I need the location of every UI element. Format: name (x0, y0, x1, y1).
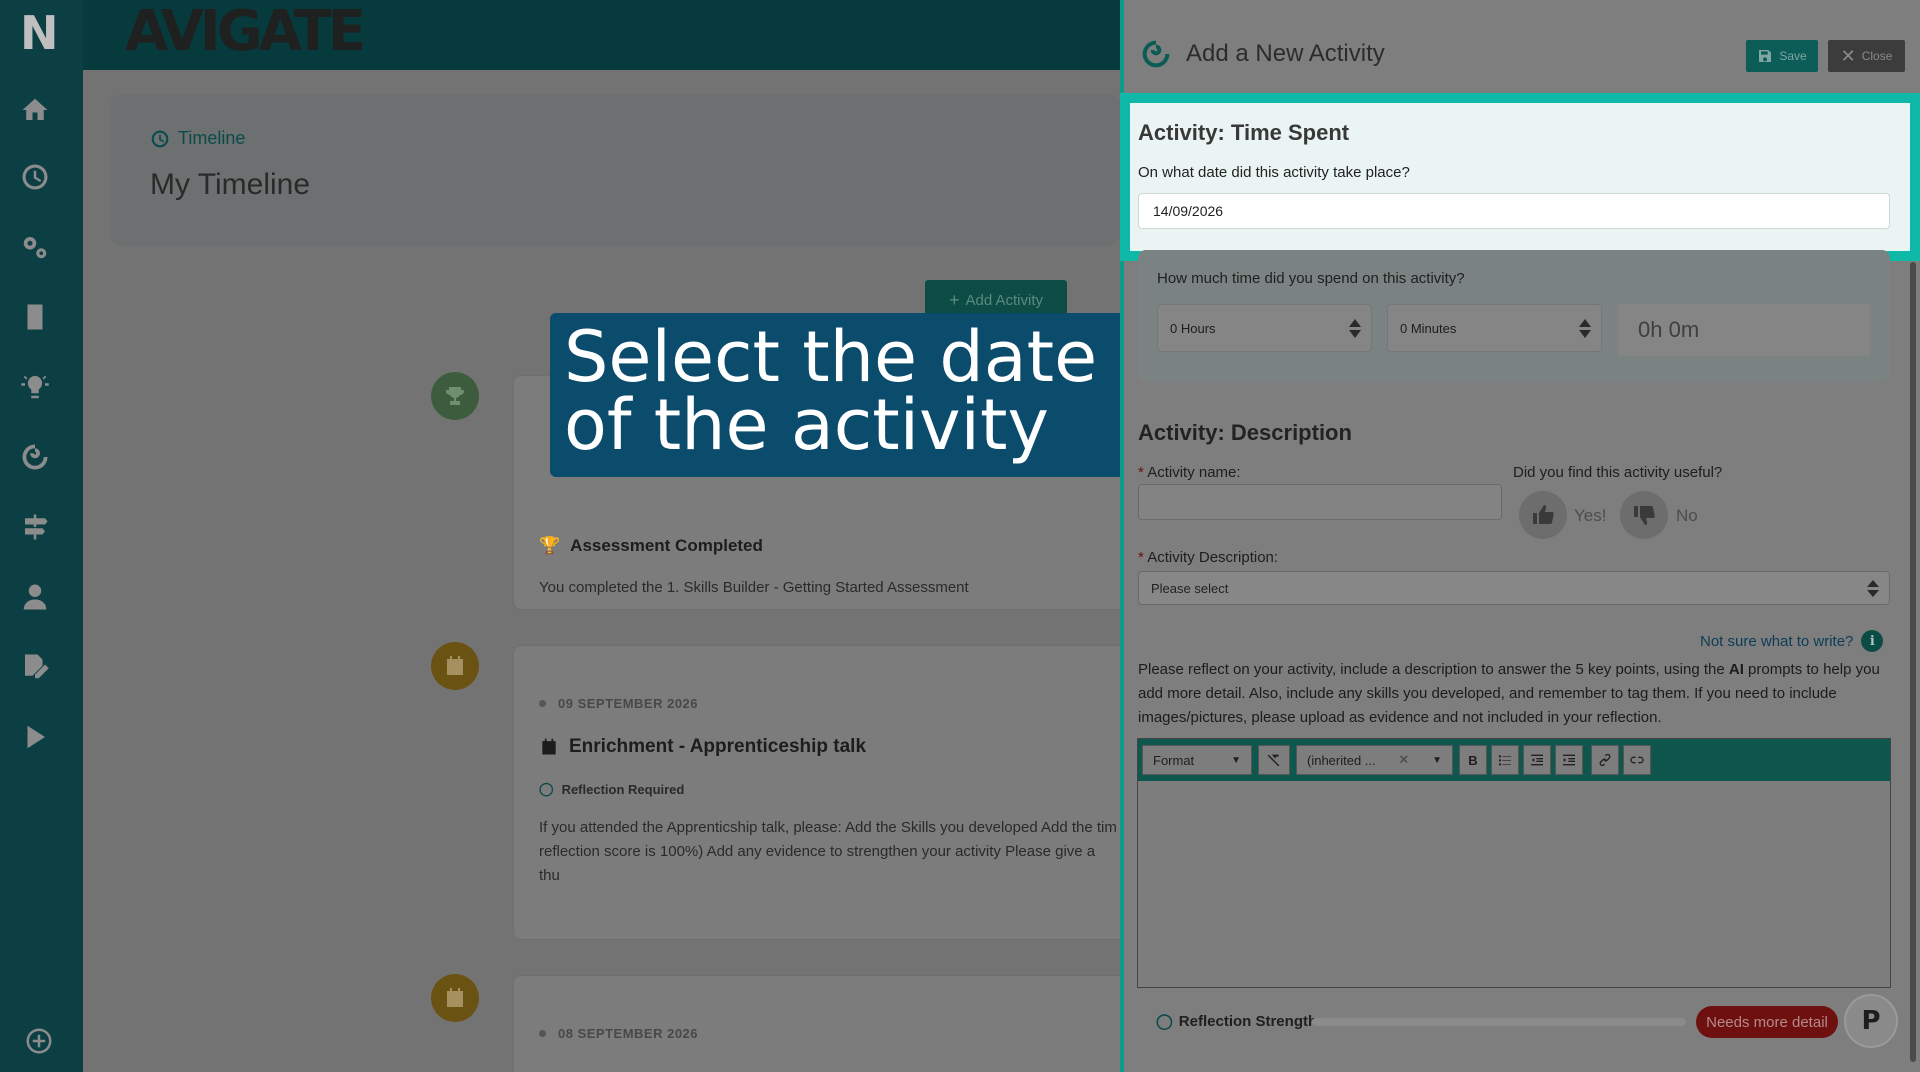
info-icon: i (1861, 630, 1884, 652)
signpost-icon[interactable] (18, 510, 52, 544)
updown-icon (1349, 319, 1361, 339)
no-label: No (1676, 506, 1698, 525)
caret-down-icon: ▼ (1432, 754, 1442, 766)
caret-down-icon: ▼ (1231, 754, 1241, 766)
brand-wordmark: AVIGATE (125, 0, 366, 64)
edit-icon[interactable] (18, 650, 52, 684)
thumbs-up-icon[interactable] (1519, 491, 1567, 539)
page-title: My Timeline (150, 168, 311, 201)
activity-name-input[interactable] (1138, 484, 1502, 520)
assistant-avatar[interactable]: P (1844, 994, 1898, 1048)
hours-select[interactable]: 0 Hours (1157, 304, 1372, 352)
spiral-icon (1142, 40, 1170, 68)
clear-icon: ✕ (1398, 752, 1410, 767)
clock-icon[interactable] (18, 160, 52, 194)
close-button[interactable]: ✕ Close (1828, 40, 1905, 72)
trophy-icon: 🏆 (539, 536, 561, 555)
reflection-strength: ◯ Reflection Strength (1156, 1012, 1318, 1031)
time-total: 0h 0m (1618, 304, 1870, 356)
close-icon: ✕ (1840, 45, 1856, 66)
calendar-icon (542, 738, 556, 755)
top-bar: AVIGATE (83, 0, 1120, 70)
unlink-icon[interactable] (1623, 745, 1651, 775)
card-date: 08 SEPTEMBER 2026 (539, 1026, 698, 1041)
plus-icon: + (948, 289, 960, 310)
save-button[interactable]: Save (1746, 40, 1818, 72)
font-select[interactable]: (inherited ... ✕ ▼ (1296, 745, 1453, 775)
card-body: You completed the 1. Skills Builder - Ge… (539, 579, 969, 596)
play-icon[interactable] (18, 720, 52, 754)
date-field[interactable]: 14/09/2026 (1138, 193, 1890, 229)
minutes-select[interactable]: 0 Minutes (1387, 304, 1602, 352)
bold-button[interactable]: B (1459, 745, 1487, 775)
thumbs-down-icon[interactable] (1620, 491, 1668, 539)
page-header: Timeline My Timeline (110, 94, 1120, 246)
user-icon[interactable] (18, 580, 52, 614)
strength-progress (1312, 1018, 1686, 1026)
save-icon (1759, 50, 1772, 62)
tutorial-callout: Select the date of the activity (550, 313, 1136, 477)
card-title: 🏆 Assessment Completed (539, 536, 763, 555)
panel-title: Add a New Activity (1186, 40, 1385, 67)
home-icon[interactable] (18, 93, 52, 127)
lightbulb-icon: ◯ (1156, 1013, 1173, 1030)
time-spent-heading: Activity: Time Spent (1138, 120, 1350, 145)
updown-icon (1579, 319, 1591, 339)
clock-icon (151, 130, 169, 147)
clear-format-icon[interactable] (1258, 745, 1290, 775)
editor-toolbar: Format ▼ (inherited ... ✕ ▼ B (1138, 739, 1890, 781)
outdent-icon[interactable] (1523, 745, 1551, 775)
add-activity-label: Add Activity (965, 291, 1044, 309)
updown-icon (1867, 580, 1879, 600)
calendar-icon (431, 642, 479, 690)
activity-name-label: * Activity name: (1138, 464, 1241, 481)
reflection-instructions: Please reflect on your activity, include… (1138, 661, 1880, 726)
useful-label: Did you find this activity useful? (1513, 464, 1723, 481)
card-body: If you attended the Apprenticship talk, … (539, 819, 1117, 884)
activity-description-label: * Activity Description: (1138, 549, 1279, 566)
indent-icon[interactable] (1555, 745, 1583, 775)
panel-scrollbar[interactable] (1910, 262, 1916, 1062)
link-icon[interactable] (1591, 745, 1619, 775)
time-question: How much time did you spend on this acti… (1157, 270, 1465, 287)
breadcrumb[interactable]: Timeline (150, 128, 245, 149)
app-logo[interactable]: N (20, 10, 59, 56)
rich-text-editor[interactable]: Format ▼ (inherited ... ✕ ▼ B (1137, 738, 1891, 988)
spiral-icon[interactable] (18, 440, 52, 474)
left-rail: N (0, 0, 83, 1072)
reflection-tag: ◯ Reflection Required (539, 781, 685, 797)
timeline-card[interactable]: 09 SEPTEMBER 2026 Enrichment - Apprentic… (513, 645, 1133, 940)
strength-status-badge: Needs more detail (1696, 1006, 1838, 1038)
lightbulb-icon[interactable] (18, 370, 52, 404)
calendar-icon (431, 974, 479, 1022)
yes-label: Yes! (1574, 506, 1607, 525)
main-content: Timeline My Timeline + Add Activity 🏆 As… (83, 70, 1133, 1072)
gears-icon[interactable] (18, 230, 52, 264)
card-date: 09 SEPTEMBER 2026 (539, 696, 698, 711)
date-question: On what date did this activity take plac… (1138, 164, 1410, 181)
book-icon[interactable] (18, 300, 52, 334)
not-sure-link[interactable]: Not sure what to write? i (1700, 630, 1884, 652)
timeline-card[interactable]: 08 SEPTEMBER 2026 (513, 975, 1133, 1072)
activity-description-select[interactable]: Please select (1138, 571, 1890, 605)
plus-circle-icon[interactable] (22, 1024, 56, 1058)
breadcrumb-label: Timeline (178, 128, 246, 148)
bullet-list-icon[interactable] (1491, 745, 1519, 775)
lightbulb-icon: ◯ (539, 781, 554, 796)
card-title: Enrichment - Apprenticeship talk (539, 736, 866, 758)
description-heading: Activity: Description (1138, 420, 1352, 445)
format-select[interactable]: Format ▼ (1142, 745, 1252, 775)
panel-header: Add a New Activity (1140, 38, 1385, 70)
trophy-icon (431, 372, 479, 420)
